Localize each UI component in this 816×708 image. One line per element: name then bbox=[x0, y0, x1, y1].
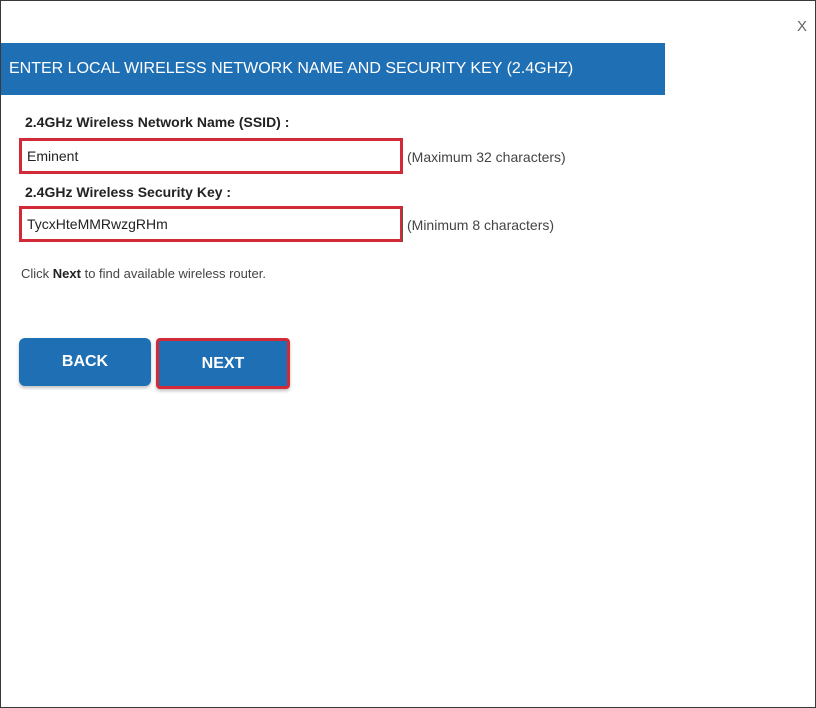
security-key-label: 2.4GHz Wireless Security Key : bbox=[25, 184, 232, 200]
next-button[interactable]: NEXT bbox=[156, 338, 290, 389]
back-button[interactable]: BACK bbox=[19, 338, 151, 386]
dialog-title-bar: ENTER LOCAL WIRELESS NETWORK NAME AND SE… bbox=[1, 43, 665, 95]
wireless-setup-dialog: X ENTER LOCAL WIRELESS NETWORK NAME AND … bbox=[0, 0, 816, 708]
close-icon[interactable]: X bbox=[797, 19, 807, 34]
instruction-suffix: to find available wireless router. bbox=[80, 266, 266, 281]
ssid-label: 2.4GHz Wireless Network Name (SSID) : bbox=[25, 114, 290, 130]
ssid-input[interactable] bbox=[19, 138, 403, 174]
security-key-hint: (Minimum 8 characters) bbox=[407, 217, 555, 233]
instruction-text: Click Next to find available wireless ro… bbox=[21, 266, 266, 281]
security-key-input[interactable] bbox=[19, 206, 403, 242]
text-cursor bbox=[402, 208, 403, 242]
ssid-hint: (Maximum 32 characters) bbox=[407, 149, 566, 165]
instruction-next-word: Next bbox=[52, 266, 81, 281]
instruction-prefix: Click bbox=[21, 266, 53, 281]
dialog-title: ENTER LOCAL WIRELESS NETWORK NAME AND SE… bbox=[9, 60, 574, 77]
